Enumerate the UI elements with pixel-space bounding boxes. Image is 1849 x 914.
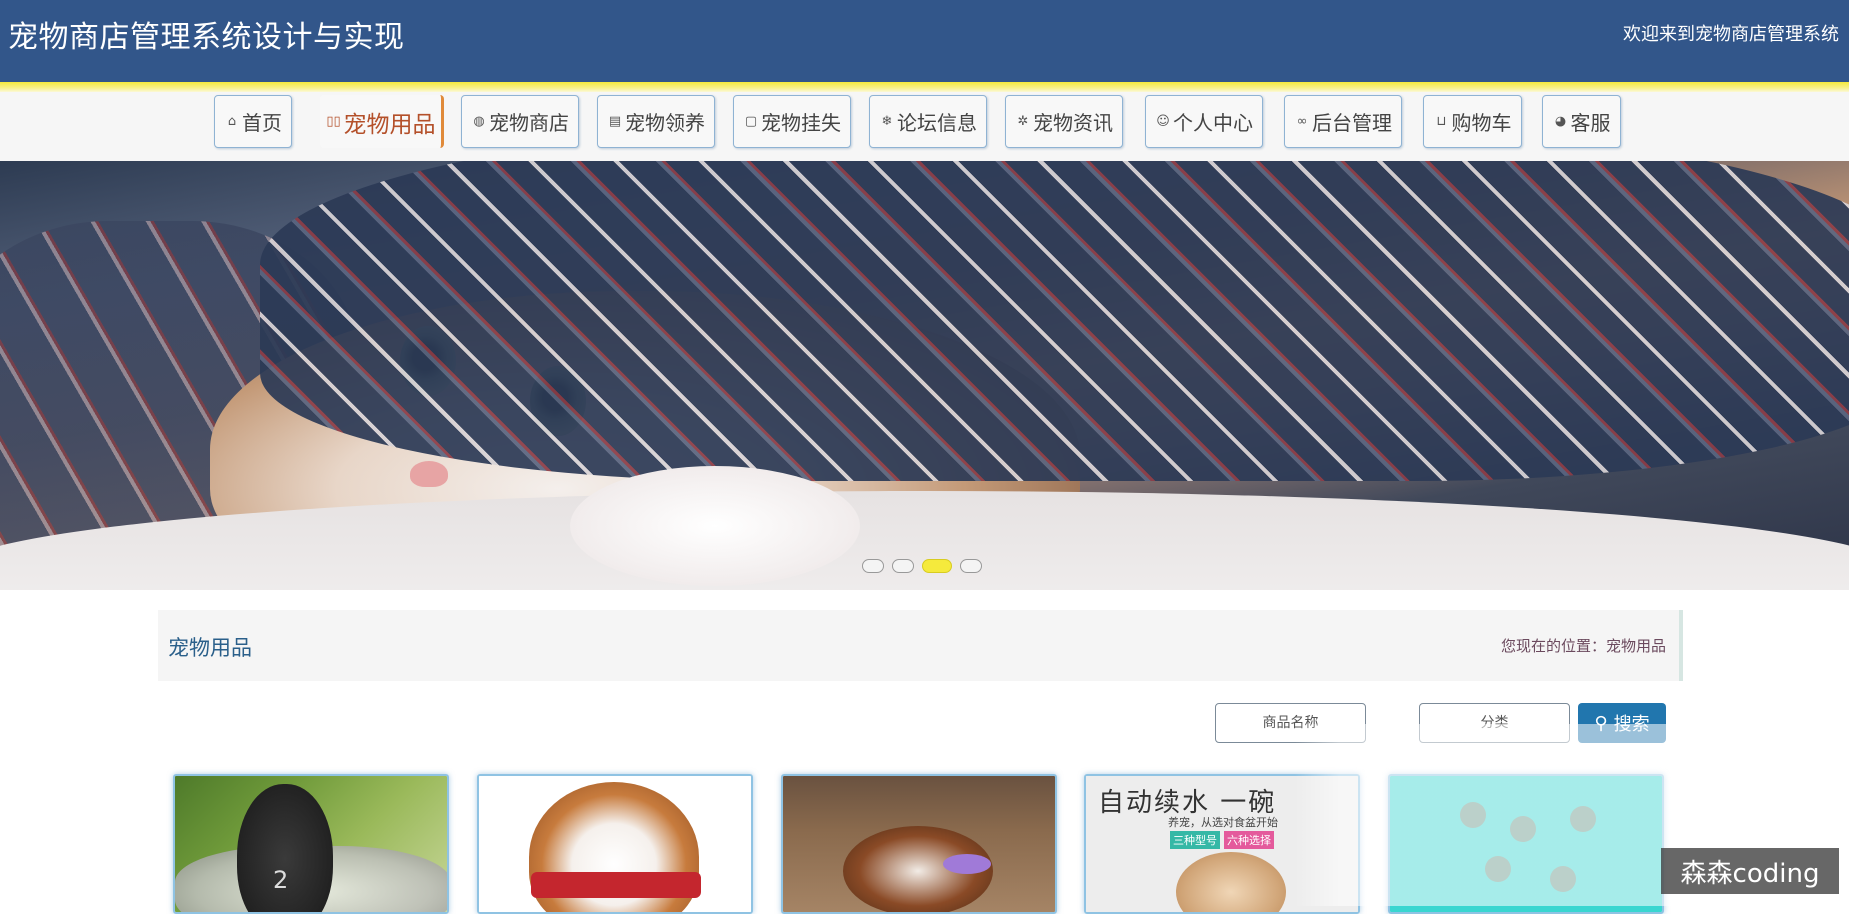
- nav-label: 宠物领养: [625, 111, 705, 135]
- home-icon: ⌂: [227, 114, 237, 129]
- nav-label: 个人中心: [1173, 111, 1253, 135]
- carousel-dot-3[interactable]: [922, 559, 952, 573]
- welcome-text: 欢迎来到宠物商店管理系统: [1623, 24, 1839, 45]
- breadcrumb-prefix: 您现在的位置：: [1500, 637, 1606, 655]
- nav-label: 宠物用品: [343, 111, 436, 138]
- header-accent-stripe: [0, 82, 1849, 92]
- nav-label: 论坛信息: [897, 111, 977, 135]
- note-icon: ▢: [744, 114, 758, 129]
- user-icon: ☺: [1156, 114, 1170, 129]
- hero-carousel[interactable]: [0, 161, 1849, 590]
- nav-cart[interactable]: ⊔ 购物车: [1423, 95, 1522, 148]
- nav-pet-supplies[interactable]: ▯▯ 宠物用品: [320, 95, 444, 148]
- site-header: 宠物商店管理系统设计与实现 欢迎来到宠物商店管理系统: [0, 0, 1849, 82]
- product-image: 2: [175, 776, 447, 912]
- product-image-part: [1176, 852, 1286, 912]
- goods-icon: ▯▯: [326, 114, 341, 129]
- globe-icon: ◍: [473, 114, 485, 129]
- product-image-part: [531, 872, 701, 898]
- chat-icon: ◕: [1554, 114, 1567, 129]
- nav-label: 客服: [1570, 111, 1611, 135]
- product-image-tag: 三种型号: [1170, 831, 1220, 849]
- product-image-part: [943, 854, 991, 874]
- product-image: [783, 776, 1055, 912]
- site-title: 宠物商店管理系统设计与实现: [8, 20, 405, 55]
- nav-pet-lost[interactable]: ▢ 宠物挂失: [733, 95, 851, 148]
- nav-label: 宠物商店: [489, 111, 569, 135]
- snowflake-icon: ❄: [881, 114, 893, 129]
- product-card[interactable]: [477, 774, 753, 914]
- nav-label: 首页: [242, 111, 282, 135]
- banner-blanket-image: [260, 161, 1849, 481]
- product-image-text: 2: [273, 866, 289, 894]
- section-title: 宠物用品: [168, 636, 252, 660]
- nav-label: 购物车: [1451, 111, 1512, 135]
- carousel-indicators: [862, 559, 982, 573]
- nav-home[interactable]: ⌂ 首页: [214, 95, 292, 148]
- banner-image-part: [410, 461, 448, 487]
- section-header: [158, 610, 1683, 681]
- link-icon: ∞: [1296, 114, 1308, 129]
- nav-pet-shop[interactable]: ◍ 宠物商店: [461, 95, 579, 148]
- nav-label: 宠物资讯: [1033, 111, 1113, 135]
- nav-forum[interactable]: ❄ 论坛信息: [869, 95, 987, 148]
- product-image-part: [237, 784, 333, 912]
- nav-label: 后台管理: [1312, 111, 1392, 135]
- document-icon: ▤: [608, 114, 622, 129]
- banner-image-part: [570, 466, 860, 586]
- product-card[interactable]: 2: [173, 774, 449, 914]
- nav-pet-news[interactable]: ✲ 宠物资讯: [1005, 95, 1123, 148]
- nav-admin[interactable]: ∞ 后台管理: [1284, 95, 1402, 148]
- product-image-text: 养宠，从选对食盆开始: [1168, 816, 1278, 829]
- cart-icon: ⊔: [1436, 114, 1447, 129]
- nav-label: 宠物挂失: [761, 111, 841, 135]
- carousel-dot-1[interactable]: [862, 559, 884, 573]
- product-card[interactable]: [781, 774, 1057, 914]
- badge-icon: ✲: [1017, 114, 1029, 129]
- nav-customer-service[interactable]: ◕ 客服: [1542, 95, 1621, 148]
- nav-user-center[interactable]: ☺ 个人中心: [1145, 95, 1263, 148]
- nav-pet-adoption[interactable]: ▤ 宠物领养: [597, 95, 715, 148]
- breadcrumb: 您现在的位置：宠物用品: [1501, 635, 1666, 656]
- watermark: 森森coding: [1661, 848, 1839, 894]
- carousel-dot-2[interactable]: [892, 559, 914, 573]
- product-image-tag: 六种选择: [1224, 831, 1274, 849]
- product-image: [479, 776, 751, 912]
- carousel-dot-4[interactable]: [960, 559, 982, 573]
- breadcrumb-current[interactable]: 宠物用品: [1606, 637, 1666, 655]
